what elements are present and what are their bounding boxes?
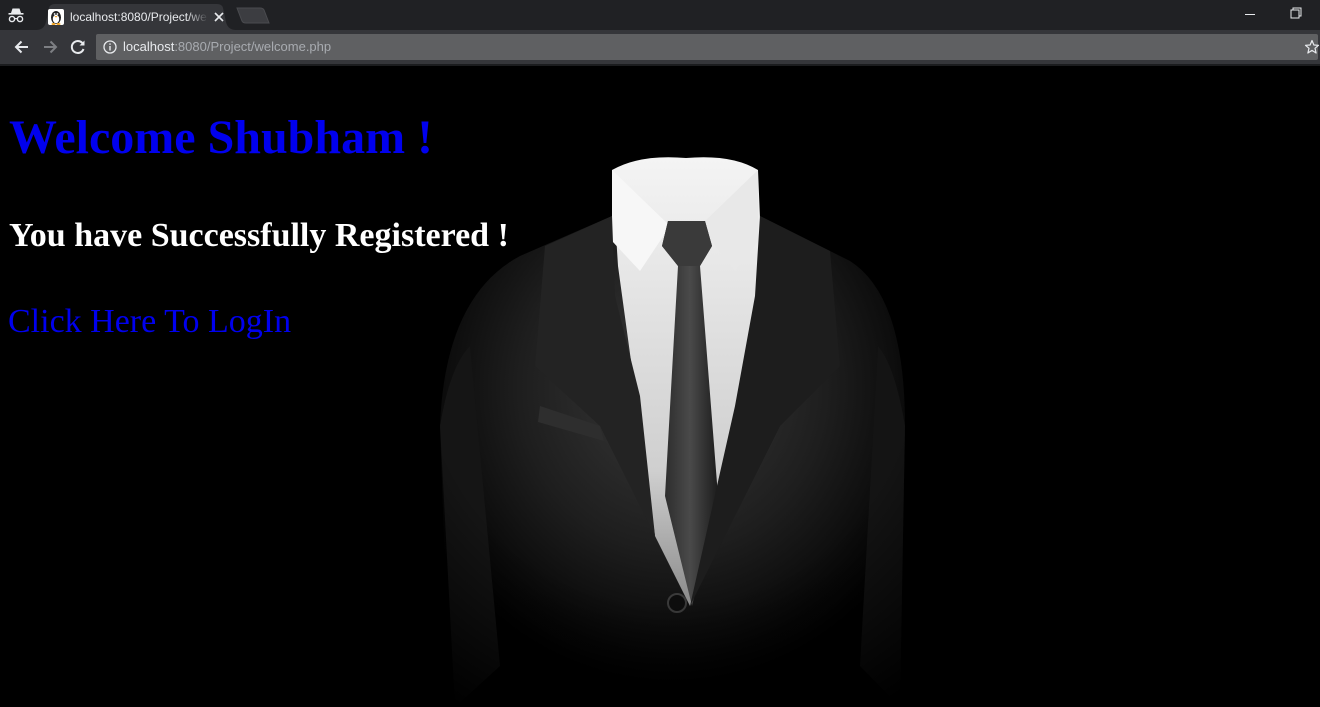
restore-icon[interactable] <box>1284 4 1308 22</box>
page-viewport: Welcome Shubham ! You have Successfully … <box>0 66 1320 707</box>
login-link[interactable]: Click Here To LogIn <box>8 302 291 342</box>
browser-tab-active[interactable]: localhost:8080/Project/welcome.php <box>36 4 236 30</box>
arrow-right-icon[interactable] <box>40 37 60 57</box>
browser-toolbar: localhost:8080/Project/welcome.php <box>0 30 1320 64</box>
reload-icon[interactable] <box>68 37 88 57</box>
welcome-heading: Welcome Shubham ! <box>9 111 434 164</box>
tab-title: localhost:8080/Project/welcome.php <box>70 10 208 24</box>
new-tab-button[interactable] <box>236 7 270 24</box>
url-path: :8080/Project/welcome.php <box>174 39 332 54</box>
info-icon[interactable] <box>103 40 117 54</box>
incognito-icon[interactable] <box>7 6 25 24</box>
star-icon[interactable] <box>1304 39 1320 55</box>
penguin-favicon <box>48 9 64 25</box>
registration-success-message: You have Successfully Registered ! <box>9 217 509 254</box>
url-host: localhost <box>123 39 175 54</box>
close-icon[interactable] <box>212 10 226 24</box>
minimize-icon[interactable] <box>1238 4 1262 22</box>
tab-strip: localhost:8080/Project/welcome.php <box>0 0 1320 30</box>
address-bar[interactable]: localhost:8080/Project/welcome.php <box>96 34 1320 60</box>
url-text: localhost:8080/Project/welcome.php <box>123 39 331 55</box>
arrow-left-icon[interactable] <box>12 37 32 57</box>
